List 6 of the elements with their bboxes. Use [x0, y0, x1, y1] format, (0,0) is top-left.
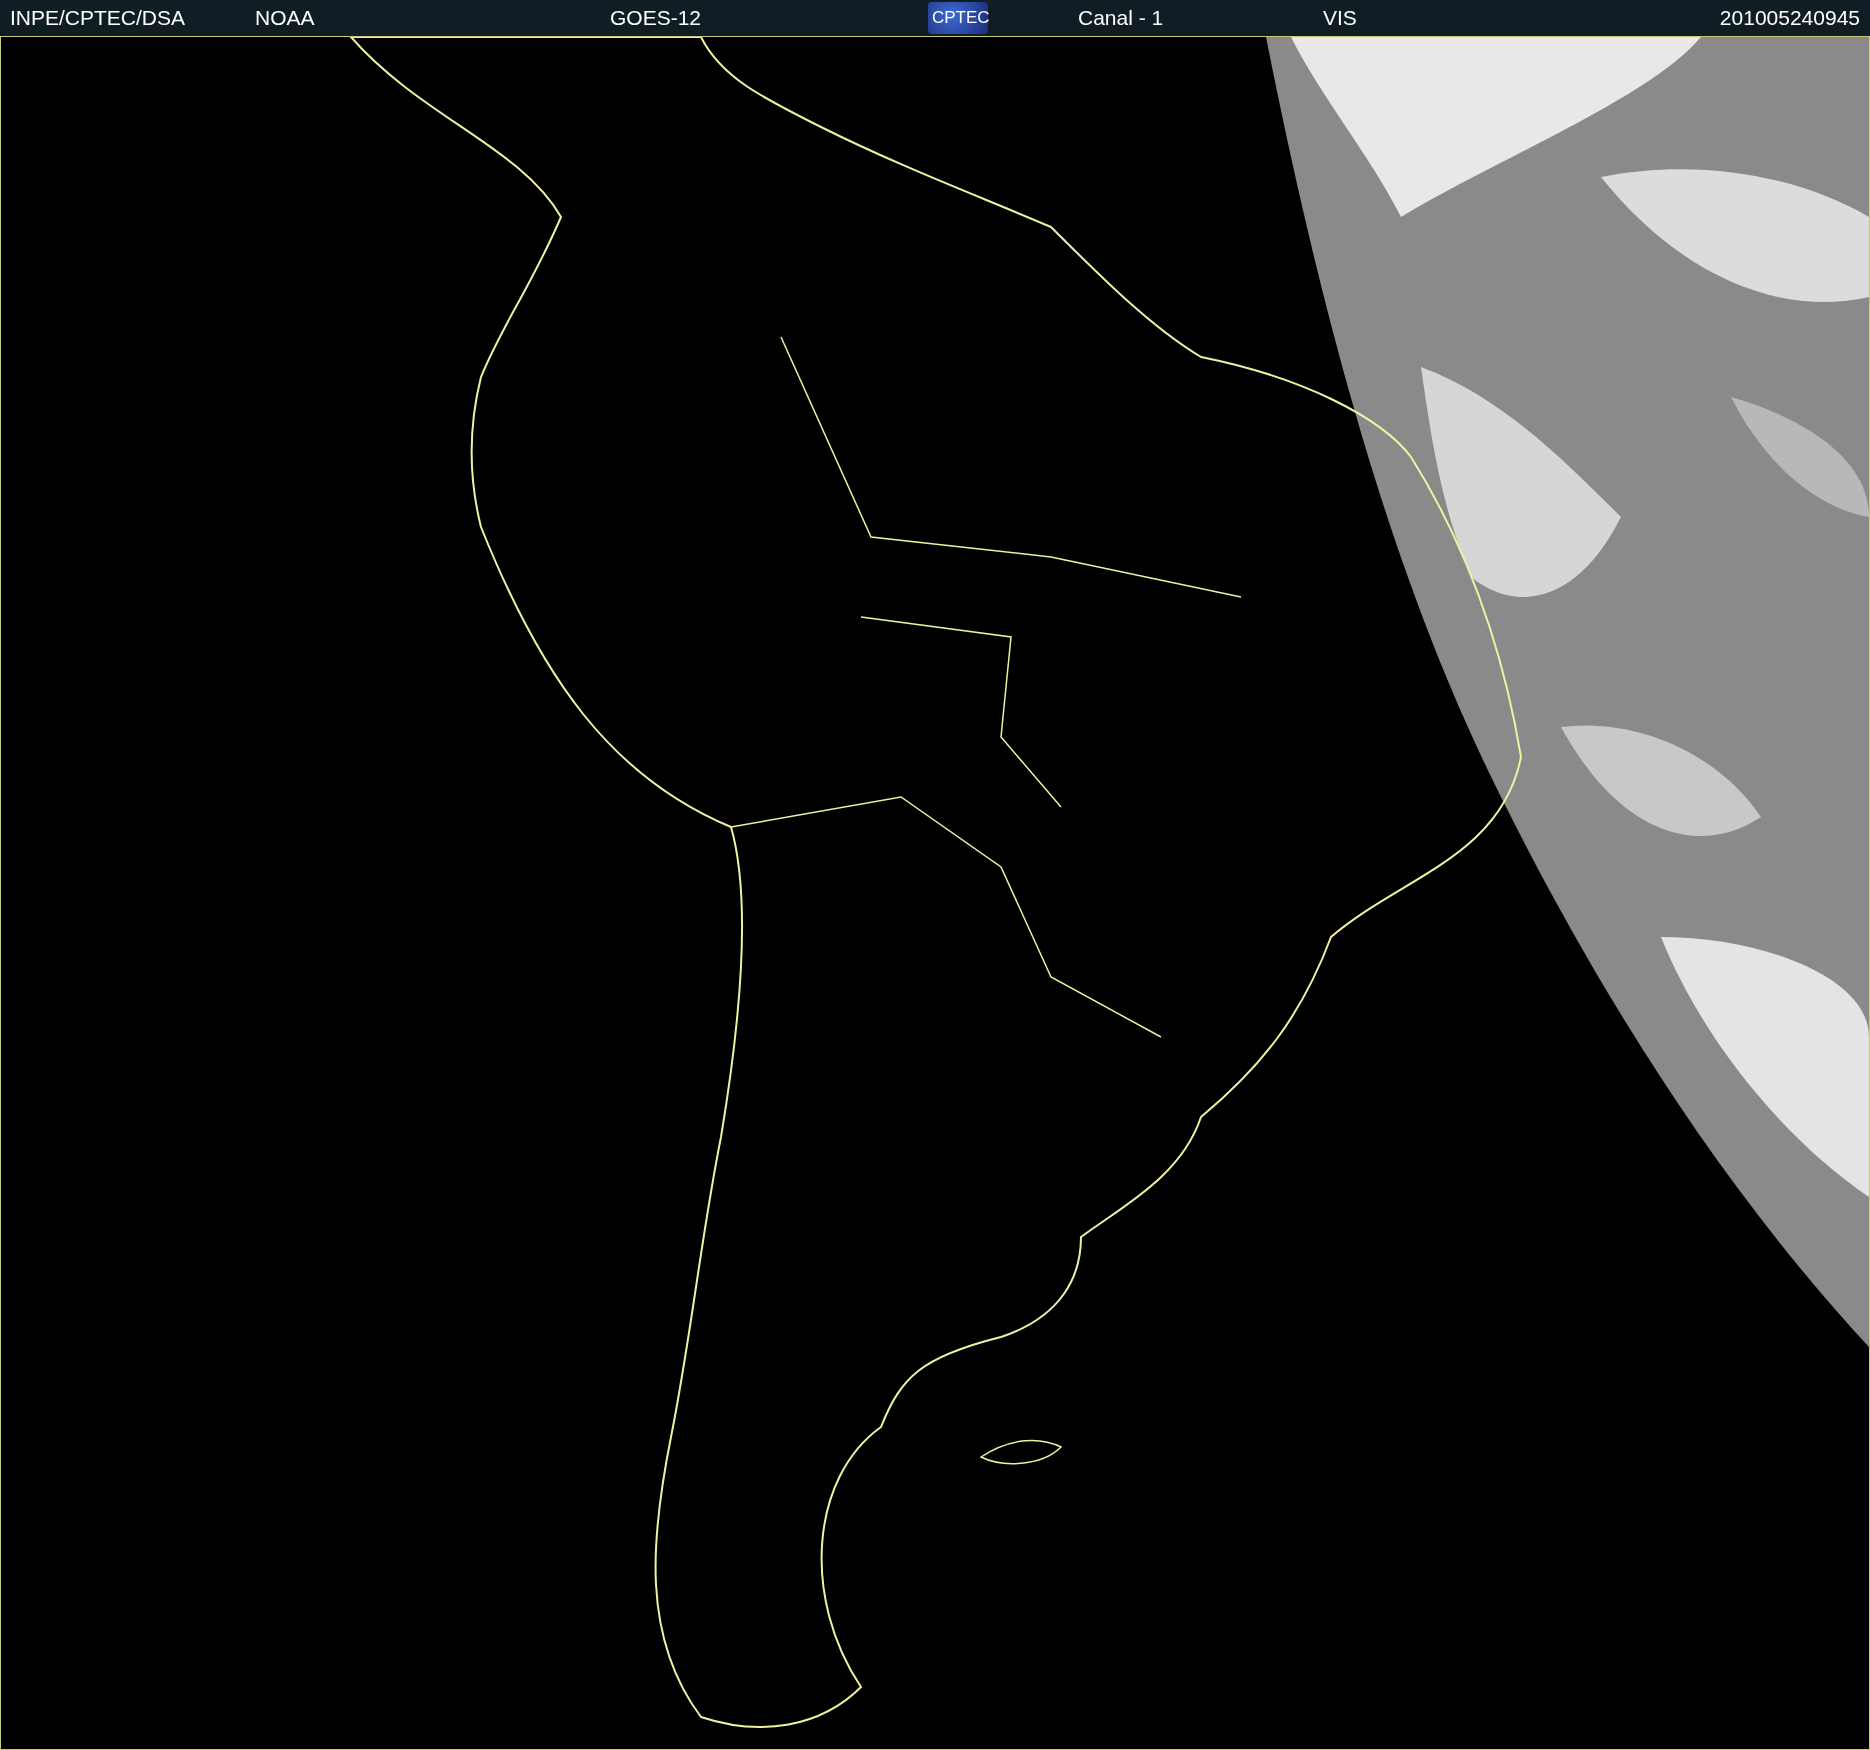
- header-label: VIS: [1323, 6, 1357, 30]
- header-label: INPE/CPTEC/DSA: [10, 6, 186, 30]
- header-label: Canal - 1: [1078, 6, 1164, 30]
- header-label: NOAA: [255, 6, 315, 30]
- header-label: 201005240945: [1719, 6, 1860, 30]
- header-label: GOES-12: [610, 6, 702, 30]
